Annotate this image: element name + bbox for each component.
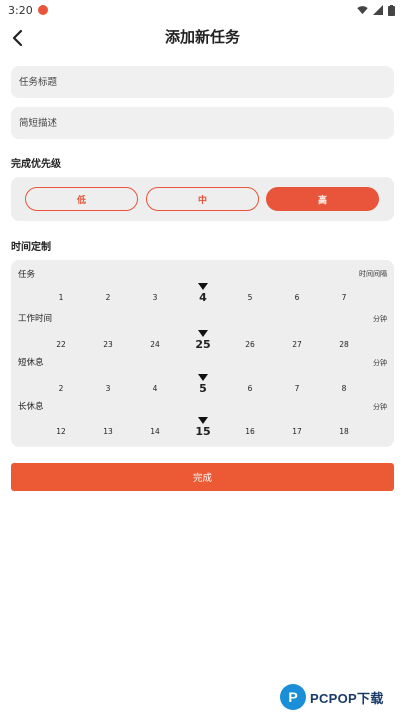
signal-icon [373,5,383,15]
timing-row-unit: 分钟 [373,403,387,411]
number-picker[interactable]: 1234567 [37,290,347,306]
picker-value[interactable]: 23 [93,337,123,353]
picker-value[interactable]: 17 [282,424,312,440]
picker-value[interactable]: 3 [93,381,123,397]
timing-panel: 任务 时间间隔 1 2 3 4 5 6 7 工作时间 分钟 22 23 24 25 26 27 28 短休息 分钟… [11,260,394,447]
task-description-input[interactable] [11,107,394,139]
picker-value[interactable]: 26 [235,337,265,353]
picker-value[interactable]: 7 [282,381,312,397]
picker-value[interactable]: 14 [140,424,170,440]
number-picker[interactable]: 22 23 24 25 26 27 28 [37,337,349,353]
picker-value[interactable]: 24 [140,337,170,353]
status-icons [357,4,395,16]
selection-indicator-icon [198,330,208,337]
picker-value[interactable]: 6 [282,290,312,306]
timing-row-unit: 分钟 [373,315,387,323]
app-header: 添加新任务 [0,20,405,56]
picker-selected-value[interactable]: 5 [188,381,218,397]
picker-value[interactable]: 13 [93,424,123,440]
selection-indicator-icon [198,283,208,290]
picker-selected-value[interactable]: 25 [188,337,218,353]
picker-value[interactable]: 1 [46,290,76,306]
timing-section-label: 时间定制 [11,242,51,253]
status-time: 3:20 [8,3,33,17]
priority-high-button[interactable]: 高 [266,187,379,211]
pcpop-logo-icon: P [280,684,306,710]
priority-medium-button[interactable]: 中 [146,187,259,211]
page-title: 添加新任务 [164,28,240,46]
picker-value[interactable]: 28 [329,337,359,353]
priority-selector: 低 中 高 [11,177,394,221]
tasks-row-label: 任务 [18,270,36,280]
wifi-icon [357,6,368,15]
timing-row-label: 长休息 [18,402,44,412]
interval-header-label: 时间间隔 [359,270,387,278]
watermark-text: PCPOP下载 [310,690,384,706]
picker-selected-value[interactable]: 4 [188,290,218,306]
done-button[interactable]: 完成 [11,463,394,491]
number-picker[interactable]: 2345678 [37,381,347,397]
picker-value[interactable]: 12 [46,424,76,440]
picker-value[interactable]: 27 [282,337,312,353]
task-title-input[interactable] [11,66,394,98]
priority-low-button[interactable]: 低 [25,187,138,211]
picker-value[interactable]: 6 [235,381,265,397]
picker-value[interactable]: 3 [140,290,170,306]
picker-value[interactable]: 5 [235,290,265,306]
picker-value[interactable]: 4 [140,381,170,397]
watermark: P PCPOP下载 [280,684,384,710]
timing-row-label: 短休息 [18,358,44,368]
picker-value[interactable]: 8 [329,381,359,397]
status-bar: 3:20 [0,0,405,20]
picker-value[interactable]: 2 [46,381,76,397]
picker-value[interactable]: 2 [93,290,123,306]
selection-indicator-icon [198,417,208,424]
number-picker[interactable]: 12 13 14 15 16 17 18 [37,424,349,440]
priority-section-label: 完成优先级 [11,159,61,170]
picker-value[interactable]: 18 [329,424,359,440]
picker-value[interactable]: 16 [235,424,265,440]
selection-indicator-icon [198,374,208,381]
picker-value[interactable]: 22 [46,337,76,353]
timing-row-label: 工作时间 [18,314,53,324]
picker-selected-value[interactable]: 15 [188,424,218,440]
picker-value[interactable]: 7 [329,290,359,306]
battery-icon [388,4,395,16]
timing-row-unit: 分钟 [373,359,387,367]
notification-icon [37,5,48,15]
